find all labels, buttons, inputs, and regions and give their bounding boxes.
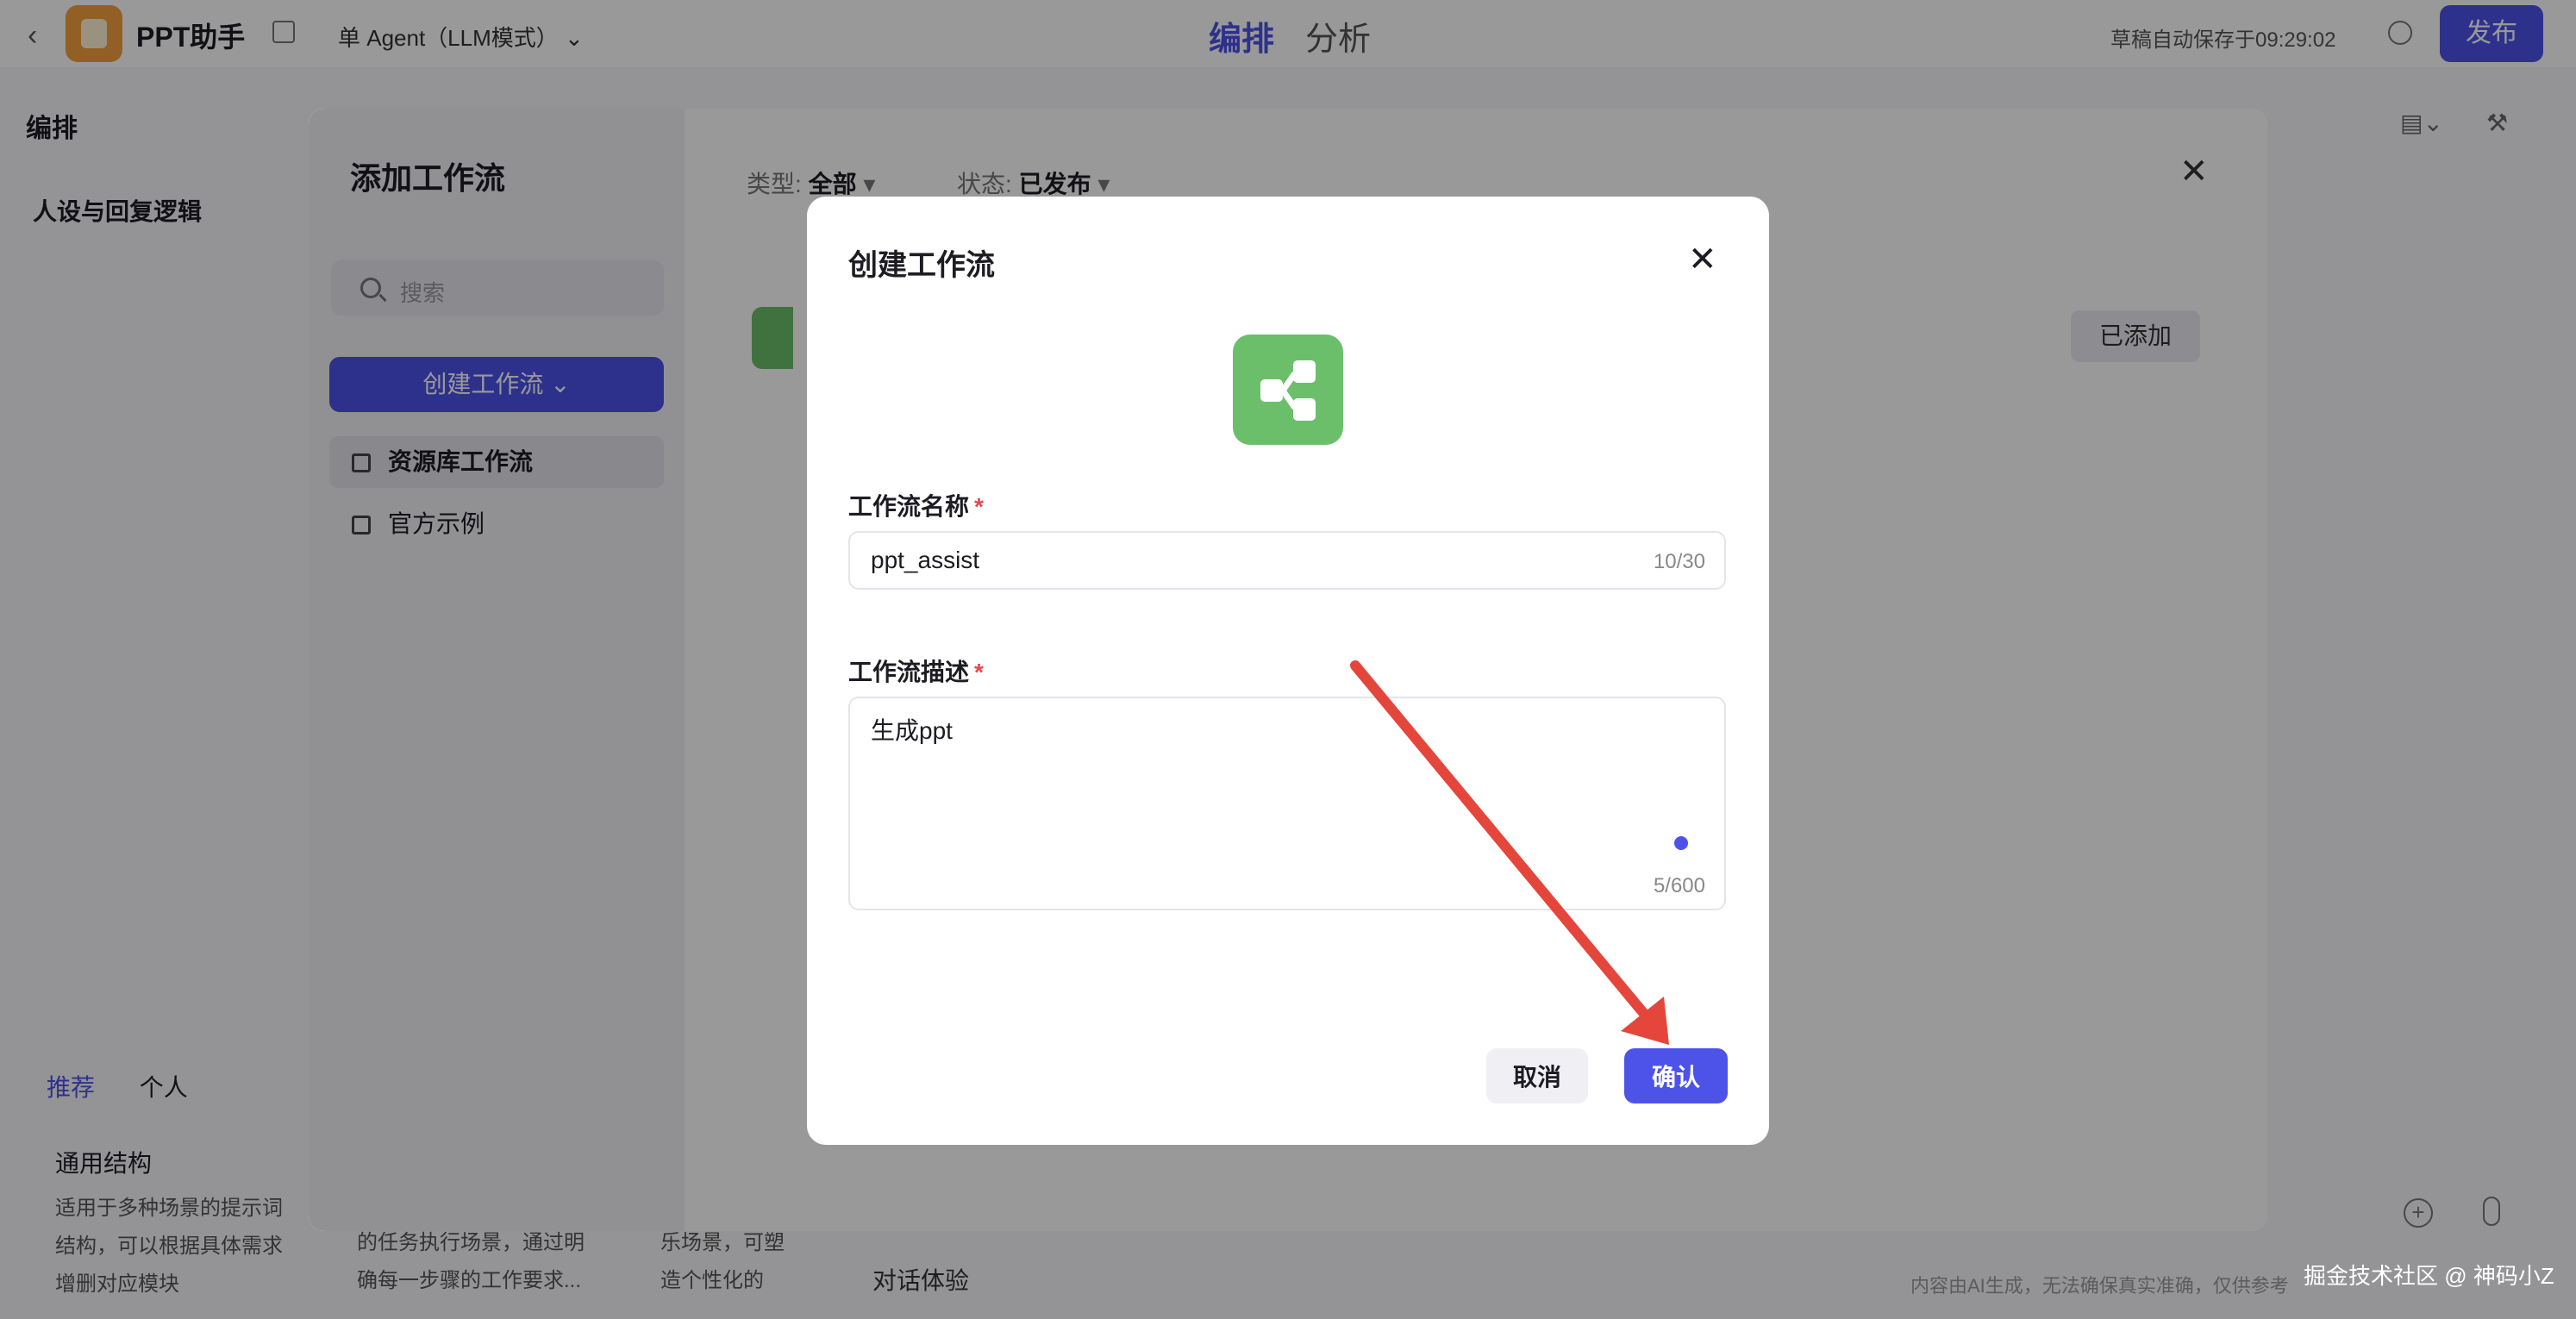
cancel-button[interactable]: 取消	[1486, 1048, 1588, 1103]
workflow-icon[interactable]	[1233, 334, 1343, 445]
workflow-name-input[interactable]: ppt_assist 10/30	[848, 531, 1726, 590]
name-field-label: 工作流名称 *	[848, 488, 984, 522]
close-icon[interactable]: ✕	[1688, 240, 1717, 279]
workflow-desc-textarea[interactable]: 生成ppt 5/600	[848, 697, 1726, 910]
name-label-text: 工作流名称	[848, 493, 970, 520]
name-char-count: 10/30	[1653, 550, 1705, 573]
create-workflow-dialog: 创建工作流 ✕ 工作流名称 * ppt_assist 10/30 工作流描述 * 生…	[807, 197, 1769, 1145]
desc-field-label: 工作流描述 *	[848, 653, 984, 688]
share-nodes-icon	[1260, 360, 1316, 421]
desc-label-text: 工作流描述	[848, 659, 970, 685]
required-mark: *	[974, 659, 984, 685]
workflow-name-value: ppt_assist	[871, 547, 980, 573]
workflow-desc-value: 生成ppt	[871, 717, 953, 744]
watermark: 掘金技术社区 @ 神码小Z	[2304, 1263, 2554, 1289]
confirm-button[interactable]: 确认	[1624, 1048, 1728, 1103]
dialog-title: 创建工作流	[848, 249, 995, 282]
desc-char-count: 5/600	[1653, 874, 1705, 897]
cursor-dot-icon	[1674, 836, 1688, 850]
required-mark: *	[974, 493, 984, 520]
